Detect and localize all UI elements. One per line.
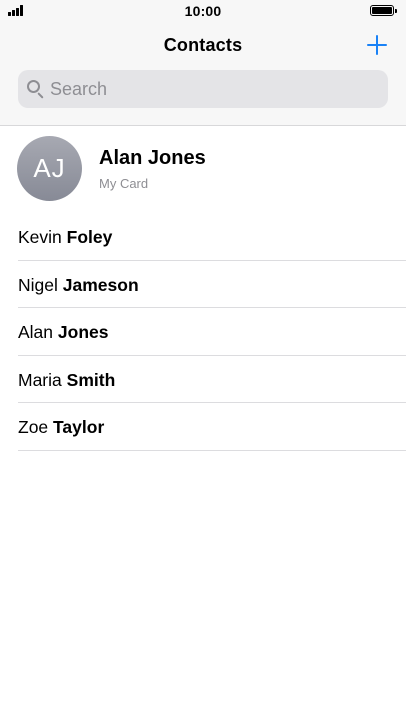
contact-row[interactable]: Zoe Taylor	[0, 403, 406, 451]
battery-icon	[370, 5, 397, 16]
contacts-screen: 10:00 Contacts AJ Alan Jones My Card Kev…	[0, 0, 406, 722]
avatar: AJ	[17, 136, 82, 201]
contact-row[interactable]: Maria Smith	[0, 356, 406, 404]
contact-name: Zoe Taylor	[18, 417, 105, 438]
page-title: Contacts	[163, 35, 243, 55]
contact-name: Nigel Jameson	[18, 274, 139, 295]
my-card-subtitle: My Card	[99, 176, 149, 191]
contact-row[interactable]: Nigel Jameson	[0, 261, 406, 309]
contact-list: Kevin Foley Nigel Jameson Alan Jones Mar…	[0, 213, 406, 451]
contact-name: Alan Jones	[18, 322, 109, 343]
my-card[interactable]: AJ Alan Jones My Card	[0, 127, 406, 213]
status-bar: 10:00	[0, 0, 406, 22]
contact-name: Maria Smith	[18, 369, 116, 390]
my-card-name: Alan Jones	[99, 147, 206, 169]
header-area: 10:00 Contacts	[0, 0, 406, 126]
contact-row[interactable]: Kevin Foley	[0, 213, 406, 261]
search-bar[interactable]	[18, 70, 388, 108]
magnifier-icon	[26, 79, 46, 99]
search-input[interactable]	[50, 70, 370, 108]
add-contact-button[interactable]	[366, 34, 388, 56]
contact-row[interactable]: Alan Jones	[0, 308, 406, 356]
status-time: 10:00	[184, 3, 222, 19]
contact-name: Kevin Foley	[18, 227, 113, 247]
